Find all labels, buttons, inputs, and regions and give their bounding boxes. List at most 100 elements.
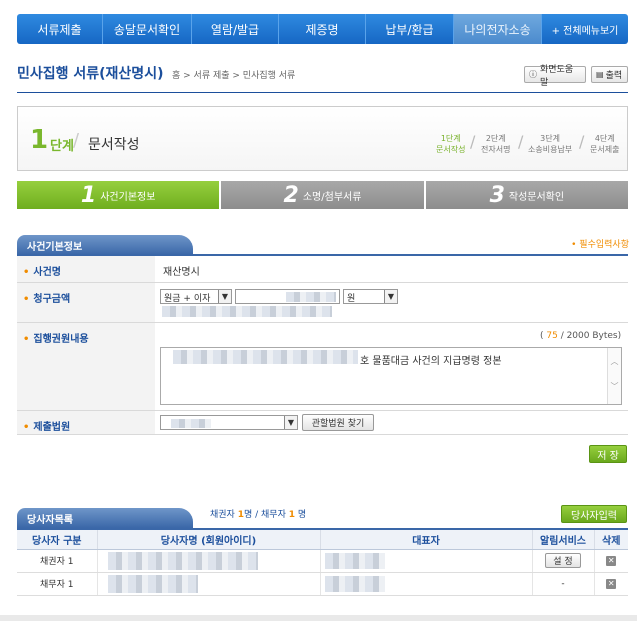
header-divider [17, 92, 628, 93]
col-representative: 대표자 [320, 528, 533, 550]
printer-icon: ▤ [596, 70, 604, 79]
nav-item-payment-refund[interactable]: 납부/환급 [366, 14, 454, 44]
tab-attachments[interactable]: 2 소명/첨부서류 [221, 181, 424, 209]
claim-amount-input[interactable] [235, 289, 340, 304]
label-court: • 제출법원 [17, 411, 155, 434]
tab-label: 소명/첨부서류 [302, 191, 362, 203]
mini-slash: / [518, 132, 524, 151]
add-party-button[interactable]: 당사자입력 [561, 505, 627, 523]
find-court-button[interactable]: 관할법원 찾기 [302, 414, 374, 431]
step-indicator: 1 단계 / 문서작성 1단계 문서작성 / 2단계 전자서명 / 3단계 소송… [17, 106, 628, 171]
table-row: 채권자 1 설 정 ✕ [17, 549, 628, 573]
nav-item-certificates[interactable]: 제증명 [279, 14, 366, 44]
court-select[interactable]: ▼ [160, 415, 298, 430]
step-tabs: 1 사건기본정보 2 소명/첨부서류 3 작성문서확인 [17, 181, 628, 209]
redacted-text [286, 292, 336, 302]
delete-icon[interactable]: ✕ [606, 578, 617, 589]
byte-counter: ( 75 / 2000 Bytes) [540, 331, 621, 341]
page-title: 민사집행 서류(재산명시) [17, 66, 164, 82]
label-claim-text: 청구금액 [33, 294, 71, 305]
label-execution-content: • 집행권원내용 [17, 323, 155, 410]
party-counts: 채권자 1명 / 채무자 1 명 [210, 507, 306, 520]
required-note: • 필수입력사항 [571, 240, 629, 250]
redacted-text [171, 419, 211, 428]
mini-step-2: 2단계 전자서명 [481, 133, 510, 155]
count-unit: 명 [294, 510, 307, 520]
label-case-name-text: 사건명 [33, 267, 62, 278]
label-case-name: • 사건명 [17, 256, 155, 282]
mini-step-3-bottom: 소송비용납부 [528, 145, 573, 154]
party-table-header: 당사자 구분 당사자명 (회원아이디) 대표자 알림서비스 삭제 [17, 528, 628, 550]
execution-content-textarea[interactable]: 호 물품대금 사건의 지급명령 정본 ︿ ﹀ [160, 347, 622, 405]
claim-type-select[interactable]: 원금 + 이자 ▼ [160, 289, 232, 304]
required-dot: • [23, 267, 30, 278]
case-name-value: 재산명시 [163, 267, 200, 278]
required-dot: • [23, 334, 30, 345]
textarea-scrollbar[interactable]: ︿ ﹀ [607, 348, 621, 404]
mini-step-4: 4단계 문서제출 [590, 133, 619, 155]
redacted-text [107, 551, 258, 570]
label-court-text: 제출법원 [33, 422, 71, 433]
print-button[interactable]: ▤ 출력 [591, 66, 628, 83]
delete-icon[interactable]: ✕ [606, 555, 617, 566]
alert-cell: - [532, 572, 595, 596]
nav-item-view-issue[interactable]: 열람/발급 [192, 14, 279, 44]
claim-type-value: 원금 + 이자 [164, 294, 211, 304]
help-button[interactable]: ⓘ 화면도움말 [524, 65, 586, 88]
creditor-label: 채권자 [210, 510, 238, 520]
alert-cell: 설 정 [532, 549, 595, 573]
top-nav: 서류제출 송달문서확인 열람/발급 제증명 납부/환급 나의전자소송 + 전체메… [17, 14, 628, 44]
breadcrumb: 홈 > 서류 제출 > 민사집행 서류 [172, 71, 296, 81]
col-party-type: 당사자 구분 [17, 528, 98, 550]
nav-item-my-e-litigation[interactable]: 나의전자소송 [454, 14, 542, 44]
party-name [97, 549, 321, 573]
print-button-label: 출력 [605, 71, 623, 81]
nav-item-document-submit[interactable]: 서류제출 [17, 14, 103, 44]
claim-unit-value: 원 [347, 294, 356, 304]
help-button-label: 화면도움말 [540, 64, 574, 88]
delete-cell: ✕ [594, 549, 628, 573]
scroll-up-icon: ︿ [610, 357, 619, 366]
step-slash: / [73, 130, 80, 151]
required-dot: • [23, 294, 30, 305]
tab-label: 사건기본정보 [100, 191, 156, 203]
redacted-text [162, 306, 332, 317]
required-dot: • [23, 422, 30, 433]
representative [320, 572, 533, 596]
tab-label: 작성문서확인 [508, 191, 565, 203]
content-text: 호 물품대금 사건의 지급명령 정본 [360, 356, 502, 367]
byte-count: 75 [546, 331, 558, 341]
step-dan-label: 단계 [50, 139, 74, 154]
mini-step-1-bottom: 문서작성 [436, 145, 466, 154]
row-case-name: • 사건명 재산명시 [17, 256, 628, 283]
tab-number: 2 [283, 182, 299, 208]
col-alert-service: 알림서비스 [532, 528, 595, 550]
save-button[interactable]: 저 장 [589, 445, 627, 463]
nav-item-service-check[interactable]: 송달문서확인 [103, 14, 192, 44]
tab-case-basic-info[interactable]: 1 사건기본정보 [17, 181, 220, 209]
mini-step-2-bottom: 전자서명 [481, 145, 511, 154]
mini-step-4-top: 4단계 [594, 134, 615, 143]
bottom-bar [0, 615, 637, 621]
col-party-name: 당사자명 (회원아이디) [97, 528, 321, 550]
mini-step-1-top: 1단계 [440, 134, 461, 143]
mini-step-4-bottom: 문서제출 [590, 145, 620, 154]
step-name: 문서작성 [88, 137, 140, 153]
tab-document-review[interactable]: 3 작성문서확인 [425, 181, 628, 209]
alert-settings-button[interactable]: 설 정 [545, 553, 581, 568]
chevron-down-icon: ▼ [284, 416, 297, 429]
claim-unit-select[interactable]: 원 ▼ [343, 289, 398, 304]
label-claim-amount: • 청구금액 [17, 283, 155, 322]
representative [320, 549, 533, 573]
party-type: 채권자 1 [17, 549, 98, 573]
info-icon: ⓘ [529, 70, 537, 79]
redacted-text [107, 574, 198, 593]
mini-step-2-top: 2단계 [485, 134, 506, 143]
menu-all-button[interactable]: + 전체메뉴보기 [542, 14, 628, 44]
party-table: 당사자 구분 당사자명 (회원아이디) 대표자 알림서비스 삭제 채권자 1 설… [17, 528, 628, 596]
section-title-parties: 당사자목록 [17, 508, 193, 528]
step-number: 1 [30, 125, 49, 155]
mini-step-1: 1단계 문서작성 [436, 133, 465, 155]
redacted-text [173, 350, 358, 364]
mini-slash: / [470, 132, 476, 151]
